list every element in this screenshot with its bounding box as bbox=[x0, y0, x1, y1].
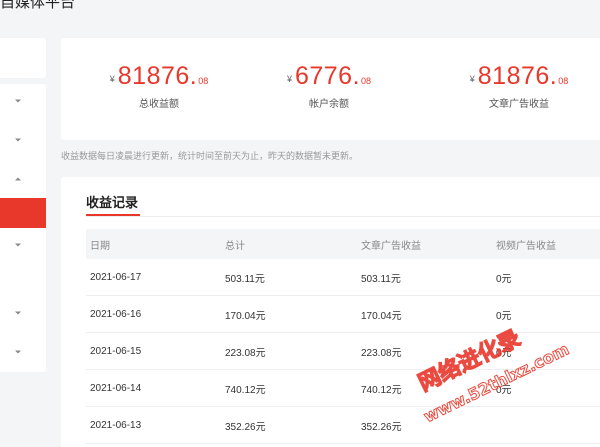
cell-date: 2021-06-15 bbox=[90, 345, 142, 357]
stat-label: 总收益额 bbox=[139, 99, 179, 110]
column-header-article-ad: 文章广告收益 bbox=[361, 240, 421, 252]
divider bbox=[86, 216, 600, 217]
cell-video-ad: 0元 bbox=[496, 384, 512, 396]
table-row: 2021-06-16 170.04元 170.04元 0元 bbox=[86, 296, 600, 333]
amount-decimal: 08 bbox=[361, 76, 372, 86]
stat-amount: ¥6776.08 bbox=[254, 62, 404, 91]
update-note: 收益数据每日凌晨进行更新，统计时间至前天为止，昨天的数据暂未更新。 bbox=[61, 151, 359, 161]
amount-decimal: 08 bbox=[558, 76, 569, 86]
cell-article-ad: 503.11元 bbox=[361, 273, 401, 285]
page-title: 自媒体平台 bbox=[0, 0, 76, 11]
cell-video-ad: 0元 bbox=[496, 273, 512, 285]
stat-amount: ¥81876.08 bbox=[84, 62, 234, 91]
stat-label: 帐户余额 bbox=[309, 99, 349, 110]
cell-video-ad: 0元 bbox=[496, 310, 512, 322]
sidebar-item-6[interactable] bbox=[0, 337, 46, 367]
sidebar-item-5[interactable] bbox=[0, 298, 46, 328]
sidebar-item-3[interactable] bbox=[0, 164, 46, 194]
records-tab-title[interactable]: 收益记录 bbox=[86, 192, 138, 211]
table-row: 2021-06-14 740.12元 740.12元 0元 bbox=[86, 370, 600, 407]
table-row: 2021-06-13 352.26元 352.26元 bbox=[86, 407, 600, 444]
cell-video-ad: 0元 bbox=[496, 347, 512, 359]
table-row: 2021-06-17 503.11元 503.11元 0元 bbox=[86, 259, 600, 296]
cell-total: 503.11元 bbox=[225, 273, 265, 285]
currency-symbol: ¥ bbox=[286, 74, 292, 84]
currency-symbol: ¥ bbox=[469, 74, 475, 84]
income-records-card: 收益记录 日期 总计 文章广告收益 视频广告收益 2021-06-17 503.… bbox=[61, 177, 600, 447]
stat-account-balance: ¥6776.08 帐户余额 bbox=[254, 62, 404, 110]
column-header-total: 总计 bbox=[225, 240, 245, 252]
chevron-down-icon bbox=[13, 96, 23, 106]
cell-date: 2021-06-14 bbox=[90, 382, 142, 394]
cell-date: 2021-06-13 bbox=[90, 419, 142, 431]
sidebar-item-1[interactable] bbox=[0, 86, 46, 116]
sidebar-item-4[interactable] bbox=[0, 230, 46, 260]
cell-article-ad: 223.08元 bbox=[361, 347, 402, 359]
stat-article-ad-income: ¥81876.08 文章广告收益 bbox=[444, 62, 594, 110]
stat-amount: ¥81876.08 bbox=[444, 62, 594, 91]
amount-decimal: 08 bbox=[198, 76, 209, 86]
cell-total: 170.04元 bbox=[225, 310, 266, 322]
chevron-up-icon bbox=[13, 174, 23, 184]
table-row: 2021-06-15 223.08元 223.08元 0元 bbox=[86, 333, 600, 370]
cell-article-ad: 352.26元 bbox=[361, 421, 402, 433]
stat-label: 文章广告收益 bbox=[489, 99, 549, 110]
stats-card: ¥81876.08 总收益额 ¥6776.08 帐户余额 ¥81876.08 文… bbox=[61, 38, 600, 140]
sidebar-item-2[interactable] bbox=[0, 125, 46, 155]
amount-integer: 81876. bbox=[477, 62, 558, 90]
stat-total-income: ¥81876.08 总收益额 bbox=[84, 62, 234, 110]
amount-integer: 81876. bbox=[117, 62, 198, 90]
chevron-down-icon bbox=[13, 135, 23, 145]
table-header: 日期 总计 文章广告收益 视频广告收益 bbox=[86, 229, 600, 259]
active-tab-underline bbox=[86, 214, 140, 216]
sidebar-item-active[interactable] bbox=[0, 198, 46, 228]
currency-symbol: ¥ bbox=[109, 74, 115, 84]
chevron-down-icon bbox=[13, 347, 23, 357]
chevron-down-icon bbox=[13, 240, 23, 250]
sidebar bbox=[0, 84, 46, 372]
cell-article-ad: 170.04元 bbox=[361, 310, 402, 322]
income-table: 日期 总计 文章广告收益 视频广告收益 2021-06-17 503.11元 5… bbox=[86, 229, 600, 444]
cell-article-ad: 740.12元 bbox=[361, 384, 402, 396]
amount-integer: 6776. bbox=[294, 62, 361, 90]
cell-total: 740.12元 bbox=[225, 384, 266, 396]
column-header-date: 日期 bbox=[90, 240, 110, 252]
cell-date: 2021-06-17 bbox=[90, 271, 142, 283]
sidebar-header-panel bbox=[0, 38, 46, 78]
cell-date: 2021-06-16 bbox=[90, 308, 142, 320]
cell-total: 352.26元 bbox=[225, 421, 266, 433]
column-header-video-ad: 视频广告收益 bbox=[496, 240, 556, 252]
cell-total: 223.08元 bbox=[225, 347, 266, 359]
chevron-down-icon bbox=[13, 308, 23, 318]
